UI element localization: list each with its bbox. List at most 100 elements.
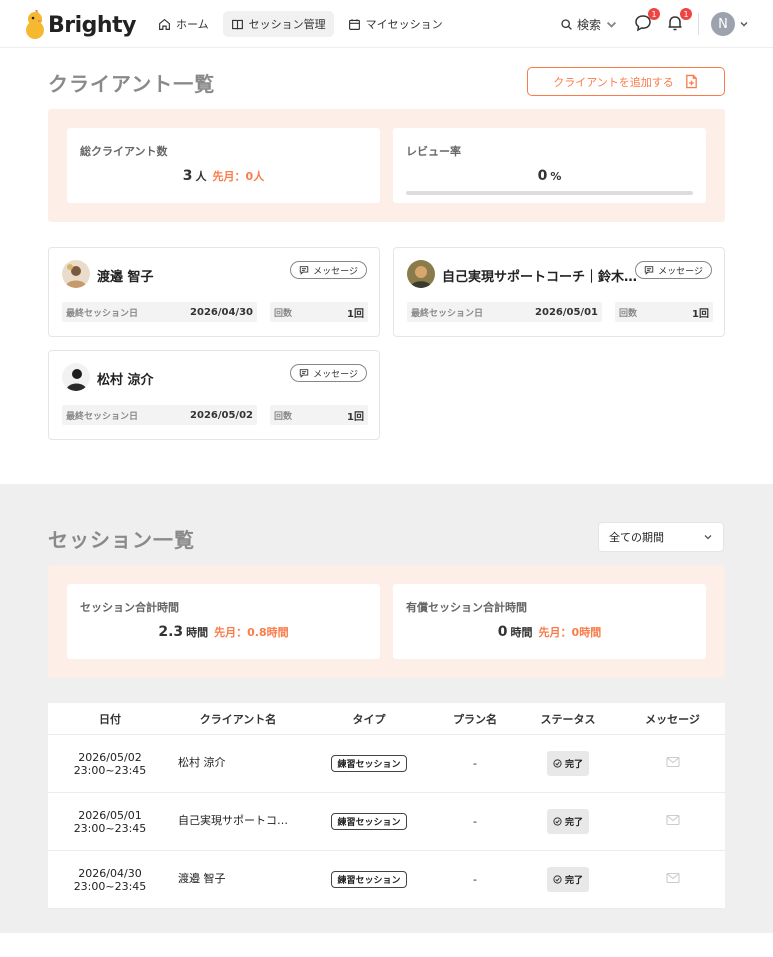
session-total-unit: 時間: [186, 626, 209, 639]
header-actions: 検索 1 1 N: [560, 8, 749, 38]
chat-button[interactable]: 1: [634, 8, 660, 34]
message-button[interactable]: メッセージ: [290, 364, 367, 382]
session-time: 23:00~23:45: [73, 879, 147, 893]
nav-my-session[interactable]: マイセッション: [340, 11, 451, 37]
client-card[interactable]: 松村 涼介 メッセージ 最終セッション日 2026/05/02 回数 1回: [48, 350, 380, 440]
message-label: メッセージ: [313, 369, 358, 380]
count-value: 1回: [347, 308, 364, 320]
nav-session-management[interactable]: セッション管理: [222, 11, 334, 37]
paid-session-card: 有償セッション合計時間 0 時間 先月：0時間: [393, 584, 706, 659]
session-total-value: 2.3: [158, 624, 184, 640]
table-row[interactable]: 2026/05/01 23:00~23:45 自己実現サポートコ… 練習セッション…: [48, 793, 725, 851]
total-clients-card: 総クライアント数 3 人先月：0人: [67, 128, 380, 203]
paid-session-value-row: 0 時間 先月：0時間: [393, 624, 706, 640]
count-label: 回数: [274, 308, 293, 319]
logo-mascot-icon: [26, 10, 44, 39]
session-time: 23:00~23:45: [73, 821, 147, 835]
session-stats-panel: セッション合計時間 2.3 時間 先月：0.8時間 有償セッション合計時間 0 時間先…: [48, 565, 725, 678]
mail-icon: [665, 814, 680, 826]
session-plan: -: [473, 757, 477, 770]
table-row[interactable]: 2026/04/30 23:00~23:45 渡邉 智子 練習セッション - 完了: [48, 851, 725, 909]
client-card[interactable]: 自己実現サポートコーチ｜鈴木… メッセージ 最終セッション日 2026/05/0…: [393, 247, 725, 337]
nav-session-label: セッション管理: [248, 18, 326, 31]
top-header: Brighty ホーム セッション管理 マイセッション 検索 1 1 N: [0, 0, 773, 48]
last-session-value: 2026/05/01: [535, 306, 598, 318]
message-label: メッセージ: [658, 266, 703, 277]
total-clients-prev: 先月：0人: [212, 170, 265, 183]
message-button[interactable]: メッセージ: [635, 261, 712, 279]
session-date-cell: 2026/04/30 23:00~23:45: [48, 867, 172, 893]
table-row[interactable]: 2026/05/02 23:00~23:45 松村 涼介 練習セッション - 完了: [48, 735, 725, 793]
check-circle-icon: [553, 817, 562, 826]
client-stats-panel: 総クライアント数 3 人先月：0人 レビュー率 0%: [48, 109, 725, 222]
status-label: 完了: [564, 760, 583, 770]
session-type-badge: 練習セッション: [331, 755, 407, 772]
logo-text: Brighty: [48, 12, 136, 38]
brighty-logo[interactable]: Brighty: [24, 10, 136, 40]
last-session-label: 最終セッション日: [411, 308, 484, 319]
mail-icon: [665, 872, 680, 884]
session-client-cell: 自己実現サポートコ…: [172, 812, 304, 831]
message-cell[interactable]: [620, 814, 725, 829]
notification-badge: 1: [680, 8, 692, 20]
calendar-icon: [348, 18, 360, 30]
message-cell[interactable]: [620, 872, 725, 887]
client-card[interactable]: 渡邉 智子 メッセージ 最終セッション日 2026/04/30 回数 1回: [48, 247, 380, 337]
nav-my-session-label: マイセッション: [365, 18, 443, 31]
message-cell[interactable]: [620, 756, 725, 771]
client-name: 自己実現サポートコーチ｜鈴木…: [442, 270, 638, 285]
column-header-status[interactable]: ステータス: [516, 711, 620, 727]
add-client-label: クライアントを追加する: [553, 75, 674, 89]
column-header-date[interactable]: 日付: [48, 711, 172, 727]
search-label: 検索: [576, 17, 601, 32]
session-status-cell: 完了: [516, 751, 620, 776]
column-header-type[interactable]: タイプ: [304, 711, 434, 727]
header-divider: [698, 13, 699, 35]
client-name: 渡邉 智子: [97, 270, 154, 285]
nav-home-label: ホーム: [176, 18, 209, 31]
search-button[interactable]: 検索: [560, 16, 618, 33]
status-label: 完了: [564, 818, 583, 828]
user-menu[interactable]: N: [711, 12, 749, 36]
review-rate-value-row: 0%: [393, 168, 706, 184]
column-header-plan[interactable]: プラン名: [434, 711, 516, 727]
paid-session-value: 0: [497, 624, 508, 640]
period-select-value: 全ての期間: [609, 531, 664, 544]
total-clients-value-row: 3 人先月：0人: [67, 168, 380, 184]
home-icon: [159, 18, 170, 30]
book-icon: [231, 19, 243, 29]
session-type-badge: 練習セッション: [331, 871, 407, 888]
session-table: 日付 クライアント名 タイプ プラン名 ステータス メッセージ 2026/05/…: [48, 703, 725, 909]
nav-home[interactable]: ホーム: [150, 11, 217, 37]
client-avatar: [62, 363, 90, 391]
paid-session-prev: 先月：0時間: [538, 626, 602, 639]
message-icon: [299, 369, 309, 378]
main-nav: ホーム セッション管理 マイセッション: [150, 11, 451, 37]
session-type-cell: 練習セッション: [304, 871, 434, 888]
notification-button[interactable]: 1: [666, 8, 692, 34]
chevron-down-icon: [740, 22, 748, 27]
session-client-name: 自己実現サポートコ…: [178, 814, 288, 827]
column-header-message[interactable]: メッセージ: [620, 711, 725, 727]
paid-session-unit: 時間: [510, 626, 533, 639]
session-date: 2026/04/30: [78, 866, 142, 880]
review-progress-bar: [406, 191, 693, 195]
status-badge: 完了: [546, 809, 589, 834]
session-time: 23:00~23:45: [73, 763, 147, 777]
chat-badge: 1: [648, 8, 660, 20]
add-client-button[interactable]: クライアントを追加する: [527, 67, 725, 96]
session-type-cell: 練習セッション: [304, 813, 434, 830]
check-circle-icon: [553, 759, 562, 768]
last-session-box: 最終セッション日 2026/05/01: [407, 302, 602, 322]
period-select[interactable]: 全ての期間: [598, 522, 724, 552]
message-icon: [644, 266, 654, 275]
chevron-down-icon: [606, 21, 617, 28]
message-button[interactable]: メッセージ: [290, 261, 367, 279]
count-value: 1回: [692, 308, 709, 320]
session-plan: -: [473, 815, 477, 828]
session-date-cell: 2026/05/02 23:00~23:45: [48, 751, 172, 777]
user-avatar: N: [711, 12, 735, 36]
message-icon: [299, 266, 309, 275]
last-session-label: 最終セッション日: [66, 411, 139, 422]
column-header-client[interactable]: クライアント名: [172, 711, 304, 727]
